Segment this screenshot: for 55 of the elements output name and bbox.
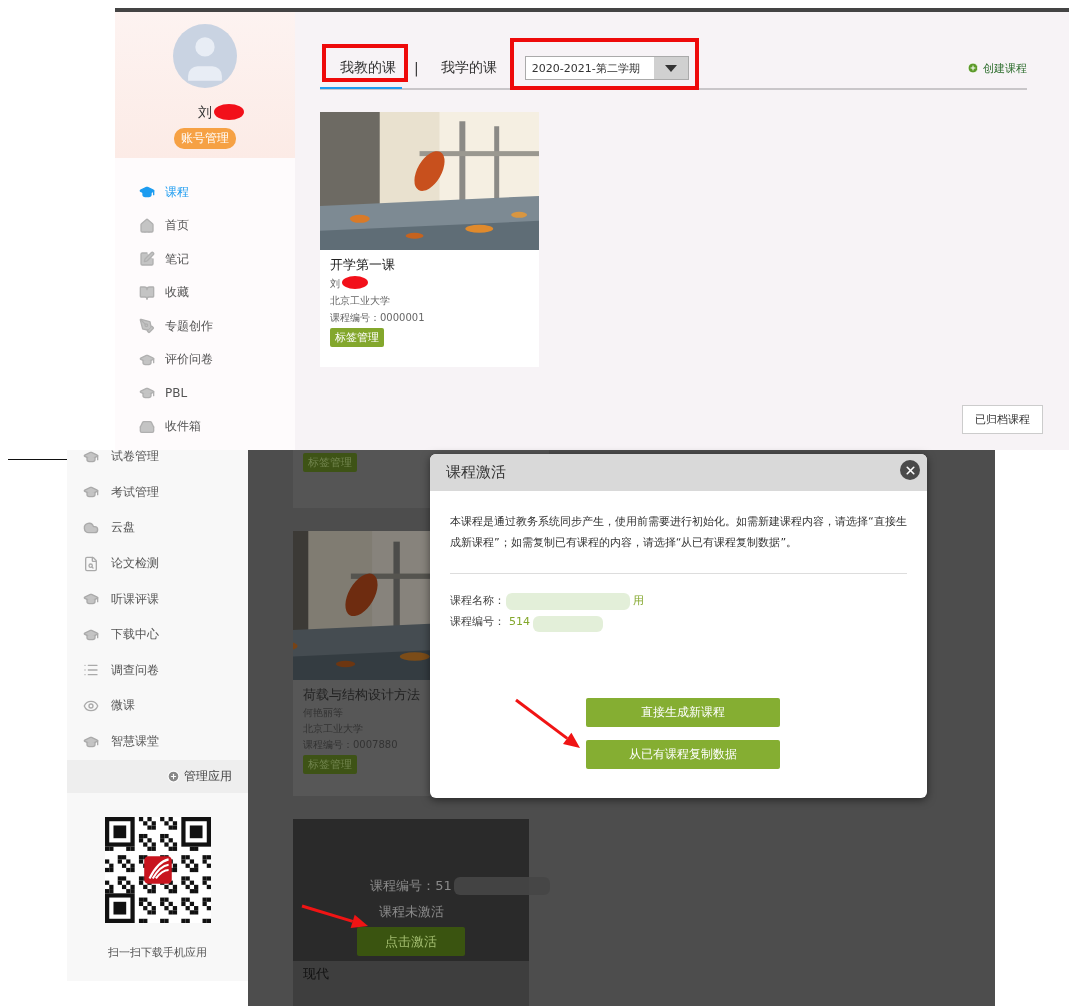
tab[interactable]: 我教的课 — [320, 49, 402, 89]
manage-apps-button[interactable]: 管理应用 — [67, 760, 248, 794]
nav-item[interactable]: 收件箱 — [139, 416, 295, 437]
redaction-mark — [214, 104, 244, 120]
dialog-title: 课程激活 — [430, 454, 927, 491]
cloud-icon — [83, 520, 99, 536]
add-icon — [167, 770, 180, 784]
tab[interactable]: 我学的课 — [440, 49, 503, 89]
user-name: 刘 — [175, 104, 235, 122]
nav-item[interactable]: 笔记 — [139, 249, 295, 270]
dialog-message: 本课程是通过教务系统同步产生，使用前需要进行初始化。如需新建课程内容，请选择“直接生成新课程”；如需复制已有课程的内容，请选择“从已有课程复制数据”。 — [450, 511, 907, 574]
archived-courses-button[interactable]: 已归档课程 — [962, 405, 1043, 434]
nav-item[interactable]: 调查问卷 — [83, 659, 248, 682]
nav-item[interactable]: 微课 — [83, 695, 248, 717]
field-label: 课程名称： — [450, 593, 505, 608]
nav-item[interactable]: 评价问卷 — [139, 349, 295, 370]
nav-item[interactable]: PBL — [139, 383, 295, 404]
field-value: 用 — [633, 593, 644, 608]
inactive-status: 课程未激活 — [378, 903, 444, 922]
redaction-mark — [342, 276, 368, 289]
course-title: 开学第一课 — [330, 256, 395, 274]
nav-item[interactable]: 考试管理 — [83, 481, 248, 504]
nav-item[interactable]: 智慧课堂 — [83, 730, 248, 753]
nav-item[interactable]: 听课评课 — [83, 588, 248, 610]
close-icon — [903, 463, 917, 477]
nav-item[interactable]: 收藏 — [139, 282, 295, 303]
note-icon — [139, 251, 155, 268]
nav-item[interactable]: 首页 — [139, 215, 295, 236]
course-card[interactable]: 开学第一课 刘 北京工业大学 课程编号：0000001 标签管理 — [320, 112, 539, 367]
course-code: 课程编号：0000001 — [330, 311, 425, 325]
tools-icon — [139, 318, 155, 335]
activate-button[interactable]: 点击激活 — [357, 927, 465, 957]
field-value: 514 — [509, 615, 530, 628]
annotation-arrow — [301, 904, 368, 929]
term-select[interactable]: 2020-2021-第二学期 — [524, 56, 689, 80]
doc-icon — [83, 555, 99, 572]
nav-item[interactable]: 论文检测 — [83, 552, 248, 575]
nav-item[interactable]: 云盘 — [83, 517, 248, 539]
caret-icon — [664, 64, 677, 72]
course-code: 课程编号：51 — [370, 877, 452, 896]
nav-item[interactable]: 专题创作 — [139, 316, 295, 337]
qr-caption: 扫一扫下载手机应用 — [108, 945, 207, 961]
course-teacher: 刘 — [330, 277, 340, 291]
tab-separator: | — [414, 60, 419, 76]
nav-item[interactable]: 下载中心 — [83, 623, 248, 646]
inbox-icon — [139, 418, 155, 435]
field-label: 课程编号： — [450, 614, 505, 629]
add-icon — [967, 62, 979, 74]
annotation-arrow — [515, 698, 580, 748]
blur-patch — [533, 616, 603, 632]
home-icon — [139, 217, 155, 234]
course-school: 北京工业大学 — [330, 294, 390, 308]
book-icon — [139, 284, 155, 301]
create-course-link[interactable]: 创建课程 — [967, 60, 1027, 76]
nav-item[interactable]: 试卷管理 — [83, 446, 248, 468]
